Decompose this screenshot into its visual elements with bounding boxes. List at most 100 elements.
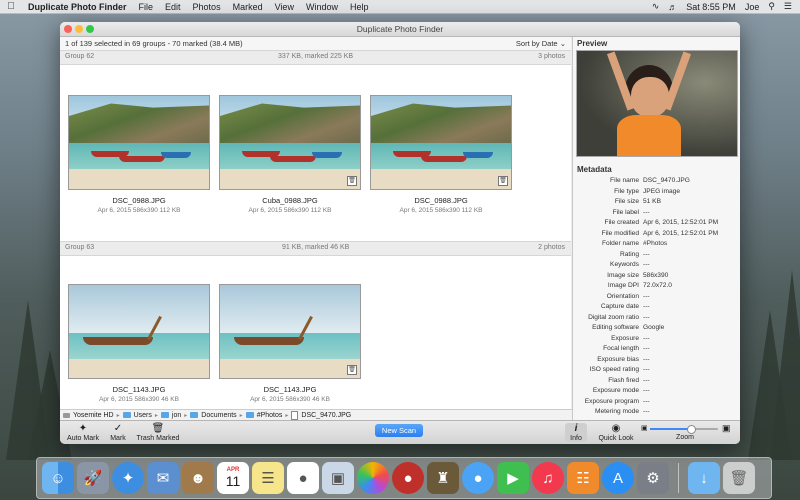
trash-icon: 🗑 xyxy=(151,423,165,434)
menu-marked[interactable]: Marked xyxy=(227,2,269,12)
trash-marked-icon[interactable]: 🗑 xyxy=(347,365,357,375)
preview-image[interactable] xyxy=(576,50,738,157)
new-scan-button[interactable]: New Scan xyxy=(375,424,423,437)
zoom-slider[interactable] xyxy=(650,425,718,434)
title-bar[interactable]: Duplicate Photo Finder xyxy=(60,22,740,37)
photo-thumbnail[interactable]: 🗑 DSC_0988.JPG Apr 6, 2015 586x390 112 K… xyxy=(370,95,512,214)
preview-icon[interactable]: ▣ xyxy=(322,462,354,494)
mark-button[interactable]: ✓ Mark xyxy=(106,423,130,442)
wifi-icon[interactable]: ∿ xyxy=(652,1,660,12)
folder-icon xyxy=(190,412,199,418)
app-store-icon[interactable]: A xyxy=(602,462,634,494)
photo-meta: Apr 6, 2015 586x390 112 KB xyxy=(399,207,483,214)
menu-app-name[interactable]: Duplicate Photo Finder xyxy=(22,2,133,12)
photo-thumbnail[interactable]: DSC_1143.JPG Apr 6, 2015 586x390 46 KB xyxy=(68,284,210,403)
menu-file[interactable]: File xyxy=(133,2,160,12)
metadata-row: Image DPI 72.0x72.0 xyxy=(607,282,672,289)
bottom-toolbar: ✦ Auto Mark ✓ Mark 🗑 Trash Marked New Sc… xyxy=(60,420,740,444)
calendar-icon[interactable]: APR 11 xyxy=(217,462,249,494)
mail-icon[interactable]: ✉ xyxy=(147,462,179,494)
finder-icon[interactable]: ☺ xyxy=(42,462,74,494)
photo-thumbnail[interactable]: 🗑 DSC_1143.JPG Apr 6, 2015 586x390 46 KB xyxy=(219,284,361,403)
photo-image[interactable] xyxy=(68,284,210,379)
metadata-row: Focal length --- xyxy=(603,345,650,352)
metadata-heading: Metadata xyxy=(577,165,612,174)
dock: ☺ 🚀 ✦ ✉ ☻ APR 11 ☰ ● ▣ ● ♜ ● ▶ ♫ ☷ A ⚙ ↓ … xyxy=(36,457,772,499)
folder-icon xyxy=(245,412,254,418)
minimize-button[interactable] xyxy=(75,25,83,33)
menu-window[interactable]: Window xyxy=(300,2,344,12)
photo-thumbnail[interactable]: DSC_0988.JPG Apr 6, 2015 586x390 112 KB xyxy=(68,95,210,214)
photo-booth-icon[interactable]: ● xyxy=(392,462,424,494)
metadata-row: Capture date --- xyxy=(600,303,650,310)
group-header: Group 63 91 KB, marked 46 KB 2 photos xyxy=(60,241,571,256)
volume-icon[interactable]: ♬ xyxy=(668,2,677,12)
spotlight-icon[interactable]: ⚲ xyxy=(768,1,775,12)
path-item[interactable]: Yosemite HD xyxy=(73,412,114,419)
metadata-row: File type JPEG image xyxy=(614,187,681,195)
system-preferences-icon[interactable]: ⚙ xyxy=(637,462,669,494)
path-item[interactable]: Users xyxy=(134,412,152,419)
close-button[interactable] xyxy=(64,25,72,33)
auto-mark-button[interactable]: ✦ Auto Mark xyxy=(66,423,100,442)
trash-marked-button[interactable]: 🗑 Trash Marked xyxy=(136,423,180,442)
menu-view[interactable]: View xyxy=(269,2,300,12)
metadata-row: Rating --- xyxy=(619,250,650,258)
music-icon[interactable]: ♫ xyxy=(532,462,564,494)
launchpad-icon[interactable]: 🚀 xyxy=(77,462,109,494)
metadata-row: Folder name #Photos xyxy=(601,240,668,247)
info-button[interactable]: i Info xyxy=(565,423,587,442)
game-icon[interactable]: ♜ xyxy=(427,462,459,494)
photo-thumbnail[interactable]: 🗑 Cuba_0988.JPG Apr 6, 2015 586x390 112 … xyxy=(219,95,361,214)
messages-icon[interactable]: ● xyxy=(462,462,494,494)
trash-icon[interactable]: 🗑 xyxy=(723,462,755,494)
path-item[interactable]: #Photos xyxy=(257,412,283,419)
books-icon[interactable]: ☷ xyxy=(567,462,599,494)
photo-meta: Apr 6, 2015 586x390 112 KB xyxy=(97,207,181,214)
photo-image[interactable]: 🗑 xyxy=(370,95,512,190)
safari-icon[interactable]: ✦ xyxy=(112,462,144,494)
trash-marked-icon[interactable]: 🗑 xyxy=(498,176,508,186)
menu-photos[interactable]: Photos xyxy=(187,2,227,12)
chevron-down-icon: ⌄ xyxy=(559,39,566,48)
path-bar: Yosemite HD ▸ Users ▸ jon ▸ Documents ▸ #Pho… xyxy=(60,409,574,420)
photos-icon[interactable] xyxy=(357,462,389,494)
zoom-window-button[interactable] xyxy=(86,25,94,33)
metadata-row: File name DSC_9470.JPG xyxy=(610,177,690,184)
clock[interactable]: Sat 8:55 PM xyxy=(686,2,736,12)
menu-bar:  Duplicate Photo Finder File Edit Photo… xyxy=(0,0,800,14)
path-item[interactable]: DSC_9470.JPG xyxy=(301,412,351,419)
path-item[interactable]: jon xyxy=(172,412,181,419)
menu-edit[interactable]: Edit xyxy=(159,2,187,12)
downloads-icon[interactable]: ↓ xyxy=(688,462,720,494)
sort-dropdown[interactable]: Sort by Date ⌄ xyxy=(516,39,566,48)
metadata-row: File size 51 KB xyxy=(614,198,661,205)
metadata-row: Keywords --- xyxy=(610,261,650,268)
zoom-slider-knob[interactable] xyxy=(686,425,696,434)
reminders-icon[interactable]: ● xyxy=(287,462,319,494)
user-name[interactable]: Joe xyxy=(745,2,760,12)
photo-image[interactable]: 🗑 xyxy=(219,284,361,379)
contacts-icon[interactable]: ☻ xyxy=(182,462,214,494)
metadata-row: ISO speed rating --- xyxy=(589,366,650,373)
selection-status: 1 of 139 selected in 69 groups - 70 mark… xyxy=(65,39,243,48)
notes-icon[interactable]: ☰ xyxy=(252,462,284,494)
hard-drive-icon xyxy=(63,412,70,418)
apple-menu-icon[interactable]:  xyxy=(0,1,22,12)
group-name: Group 63 xyxy=(65,244,95,251)
trash-marked-icon[interactable]: 🗑 xyxy=(347,176,357,186)
menu-help[interactable]: Help xyxy=(344,2,375,12)
photo-image[interactable] xyxy=(68,95,210,190)
notification-center-icon[interactable]: ☰ xyxy=(784,1,792,12)
window-title: Duplicate Photo Finder xyxy=(356,24,444,34)
facetime-icon[interactable]: ▶ xyxy=(497,462,529,494)
photo-image[interactable]: 🗑 xyxy=(219,95,361,190)
folder-icon xyxy=(122,412,131,418)
status-row: 1 of 139 selected in 69 groups - 70 mark… xyxy=(60,37,571,51)
group-name: Group 62 xyxy=(65,53,95,60)
photo-filename: DSC_1143.JPG xyxy=(263,385,317,394)
metadata-row: File label --- xyxy=(612,208,650,216)
photo-meta: Apr 6, 2015 586x390 46 KB xyxy=(99,396,179,403)
quick-look-button[interactable]: ◉ Quick Look xyxy=(598,423,634,442)
path-item[interactable]: Documents xyxy=(201,412,236,419)
